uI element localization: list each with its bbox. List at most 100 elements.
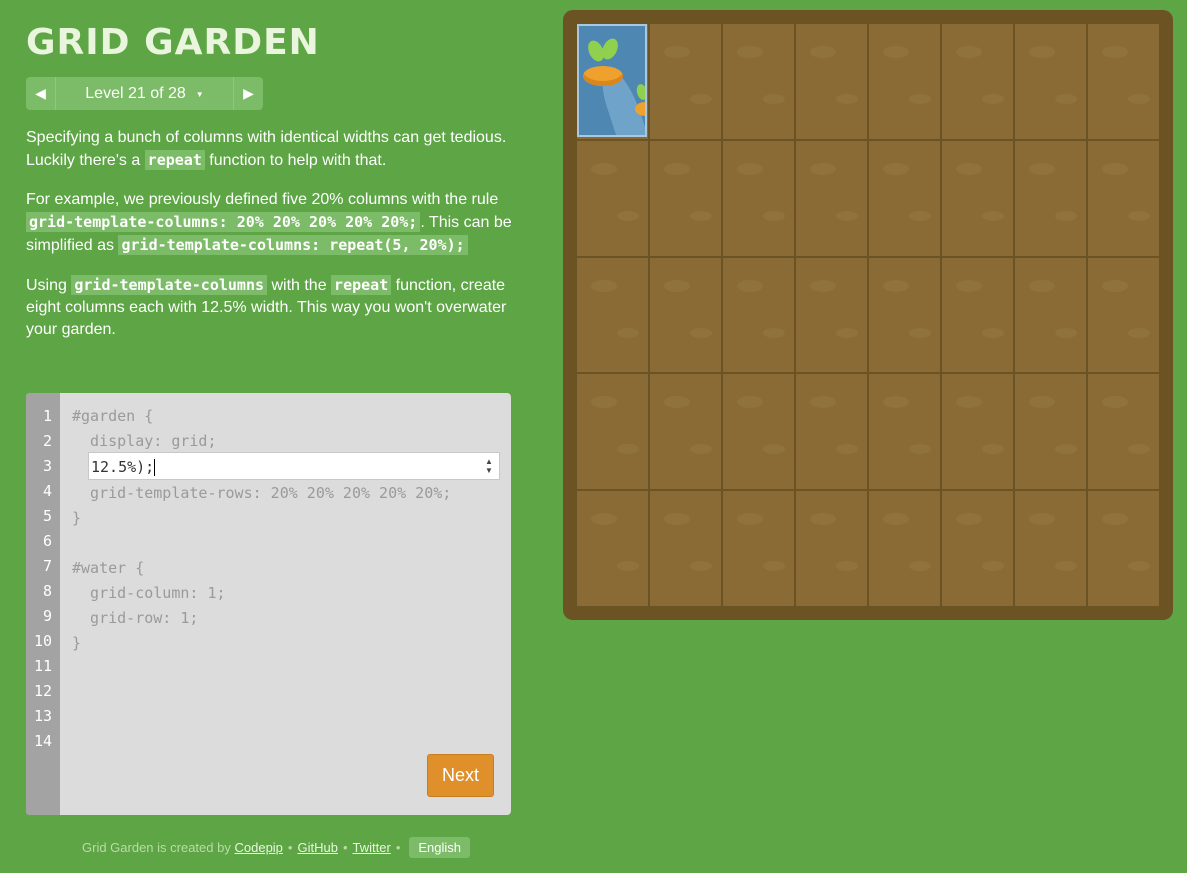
soil-cell	[1015, 140, 1086, 256]
soil-cell	[650, 140, 721, 256]
instruction-text: with the	[267, 277, 332, 294]
twitter-link[interactable]: Twitter	[353, 840, 391, 855]
page-title: GRID GARDEN	[26, 22, 320, 63]
soil-cell	[1088, 24, 1159, 139]
line-number: 9	[42, 607, 52, 625]
soil-cell	[796, 491, 867, 606]
carrot-icon	[583, 36, 623, 88]
carrot-icon	[635, 82, 645, 116]
instruction-text: Using	[26, 277, 72, 294]
css-editor: 1 2 3 4 5 6 7 8 9 10 11 12 13 14 #garden…	[26, 393, 511, 815]
soil-cell	[723, 374, 794, 490]
soil-cell	[650, 491, 721, 606]
instruction-paragraph-2: For example, we previously defined five …	[26, 189, 512, 257]
line-number: 8	[42, 582, 52, 600]
soil-cell	[942, 257, 1013, 373]
soil-cell	[942, 491, 1013, 606]
code-snippet: grid-template-columns	[71, 275, 268, 295]
line-number: 11	[33, 657, 52, 675]
soil-cell	[796, 257, 867, 373]
soil-cell	[1088, 140, 1159, 256]
soil-cell	[723, 491, 794, 606]
water-cell	[577, 24, 647, 137]
code-line: grid-row: 1;	[72, 609, 199, 627]
line-number: 13	[33, 707, 52, 725]
line-number: 5	[42, 507, 52, 525]
github-link[interactable]: GitHub	[297, 840, 337, 855]
code-line: display: grid;	[72, 432, 217, 450]
line-number: 6	[42, 532, 52, 550]
soil-cell	[942, 24, 1013, 139]
soil-cell	[1015, 374, 1086, 490]
level-dropdown[interactable]: Level 21 of 28 ▼	[56, 77, 233, 110]
soil-cell	[577, 257, 648, 373]
separator: •	[287, 839, 293, 855]
soil-cell	[869, 257, 940, 373]
language-selector[interactable]: English	[409, 836, 471, 858]
instruction-text: function to help with that.	[204, 152, 387, 169]
soil-cell	[1088, 257, 1159, 373]
soil-cell	[577, 374, 648, 490]
line-number: 3	[42, 457, 52, 475]
css-answer-input[interactable]: 12.5%); ▲ ▼	[88, 452, 500, 480]
code-line: grid-column: 1;	[72, 584, 226, 602]
input-scroll-arrows[interactable]: ▲ ▼	[481, 456, 497, 476]
next-button[interactable]: Next	[427, 754, 494, 797]
footer: Grid Garden is created by Codepip • GitH…	[82, 836, 471, 858]
carrot-body	[635, 102, 645, 116]
leaf	[635, 82, 645, 102]
footer-credit: Grid Garden is created by	[82, 839, 231, 855]
soil-cell	[1015, 24, 1086, 139]
line-number: 1	[42, 407, 52, 425]
soil-cell	[869, 24, 940, 139]
soil-cell	[650, 374, 721, 490]
soil-cell	[942, 374, 1013, 490]
caret-down-icon: ▼	[195, 90, 204, 99]
code-line: }	[72, 634, 82, 652]
line-number: 4	[42, 482, 52, 500]
code-line: #water {	[72, 559, 145, 577]
soil-cell	[942, 140, 1013, 256]
line-number-gutter: 1 2 3 4 5 6 7 8 9 10 11 12 13 14	[26, 393, 60, 815]
garden-grid	[577, 24, 1159, 606]
triangle-right-icon: ▶	[243, 85, 254, 101]
soil-cell	[650, 24, 721, 139]
line-number: 12	[33, 682, 52, 700]
soil-cell	[723, 140, 794, 256]
line-number: 10	[33, 632, 52, 650]
arrow-down-icon: ▼	[485, 466, 493, 475]
instruction-paragraph-3: Using grid-template-columns with the rep…	[26, 274, 512, 341]
code-line: #garden {	[72, 407, 154, 425]
soil-cell	[869, 140, 940, 256]
triangle-left-icon: ◀	[35, 85, 46, 101]
soil-cell	[1015, 491, 1086, 606]
soil-cell	[869, 491, 940, 606]
carrot-body	[583, 66, 623, 86]
next-level-button[interactable]: ▶	[233, 77, 263, 110]
instruction-paragraph-1: Specifying a bunch of columns with ident…	[26, 127, 512, 172]
soil-cell	[1088, 374, 1159, 490]
codepip-link[interactable]: Codepip	[234, 840, 282, 855]
line-number: 2	[42, 432, 52, 450]
soil-cell	[1015, 257, 1086, 373]
code-snippet: repeat	[331, 275, 392, 295]
code-snippet: repeat	[144, 150, 205, 170]
separator: •	[395, 839, 401, 855]
separator: •	[342, 839, 348, 855]
soil-cell	[577, 491, 648, 606]
instructions: Specifying a bunch of columns with ident…	[26, 127, 512, 358]
instruction-text: For example, we previously defined five …	[26, 191, 499, 208]
previous-level-button[interactable]: ◀	[26, 77, 56, 110]
garden-board	[563, 10, 1173, 620]
level-label: Level 21 of 28	[85, 84, 186, 102]
line-number: 7	[42, 557, 52, 575]
code-snippet: grid-template-columns: 20% 20% 20% 20% 2…	[26, 212, 421, 232]
soil-cell	[577, 140, 648, 256]
code-line: }	[72, 509, 82, 527]
soil-cell	[796, 140, 867, 256]
css-answer-value: 12.5%);	[91, 458, 155, 476]
soil-cell	[723, 24, 794, 139]
soil-cell	[723, 257, 794, 373]
code-line: grid-template-rows: 20% 20% 20% 20% 20%;	[72, 484, 452, 502]
line-number: 14	[33, 732, 52, 750]
